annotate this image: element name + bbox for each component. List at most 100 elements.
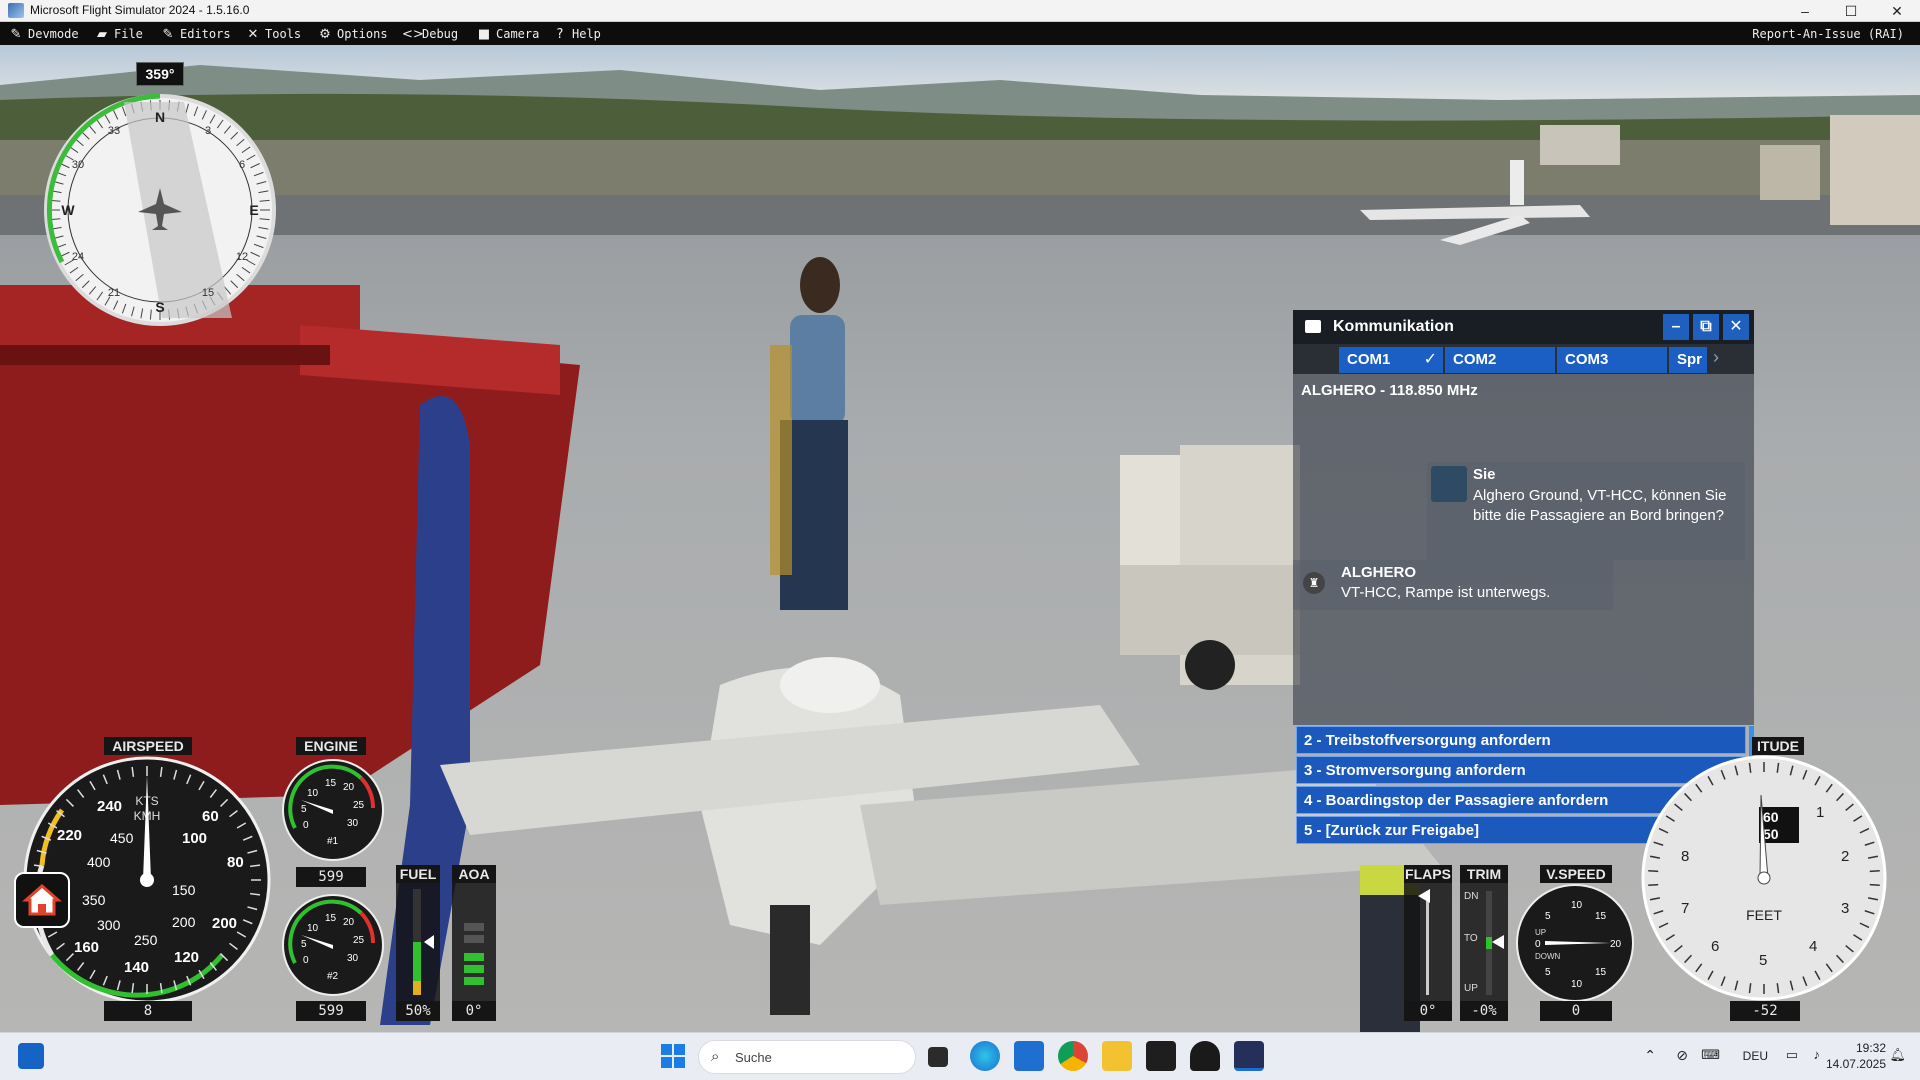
report-issue-link[interactable]: Report-An-Issue (RAI) (1752, 25, 1904, 43)
search-placeholder: Suche (735, 1050, 772, 1065)
trim-label: TRIM (1460, 865, 1508, 883)
vs-tick: 5 (1545, 967, 1551, 978)
com-tabs: COM1 ✓ COM2 COM3 Spr › (1293, 344, 1754, 374)
chat-icon (1305, 320, 1321, 333)
display-icon[interactable]: ▭ (1786, 1047, 1798, 1063)
chrome-icon[interactable] (1058, 1041, 1088, 1071)
vs-down: DOWN (1535, 952, 1561, 961)
store-icon[interactable] (1014, 1041, 1044, 1071)
airspeed-label: AIRSPEED (104, 737, 192, 755)
fuel-gauge (396, 883, 440, 1001)
clock-date[interactable]: 14.07.2025 (1816, 1057, 1886, 1071)
vspeed-value: 0 (1540, 1001, 1612, 1021)
minimize-button[interactable]: – (1782, 0, 1828, 22)
vs-up: UP (1535, 928, 1546, 937)
app-icon (8, 3, 24, 18)
maximize-button[interactable]: ☐ (1828, 0, 1874, 22)
vs-tick: 15 (1595, 911, 1607, 922)
compass-s: S (155, 299, 164, 315)
asi-outer: 140 (124, 959, 149, 976)
tab-com1[interactable]: COM1 ✓ (1339, 347, 1443, 373)
menu-tools[interactable]: ✕ Tools (245, 25, 302, 43)
vspeed-label: V.SPEED (1540, 865, 1612, 883)
widgets-icon[interactable] (18, 1043, 44, 1069)
menu-debug[interactable]: <>Debug (402, 25, 458, 43)
trim-mark: TO (1464, 933, 1478, 944)
asi-inner: 450 (110, 830, 134, 846)
notification-icon[interactable]: 🔔︎ (1889, 1047, 1906, 1063)
tab-com3[interactable]: COM3 (1557, 347, 1667, 373)
home-button[interactable] (14, 872, 70, 928)
asi-outer: 160 (74, 939, 99, 956)
windows-taskbar: ⌕ Suche ⌃ ⊘ ⌨ DEU ▭ ♪ 19:32 14.07.2025 🔔… (0, 1032, 1920, 1080)
compass-e: E (249, 202, 258, 218)
eng-tick: 10 (307, 788, 319, 799)
fuel-pointer (424, 935, 434, 949)
sticky-notes-icon[interactable] (1146, 1041, 1176, 1071)
app-icon-dark[interactable] (1190, 1041, 1220, 1071)
menu-options[interactable]: ⚙ Options (317, 25, 388, 43)
task-view-icon[interactable] (928, 1047, 948, 1067)
menu-camera[interactable]: ■ Camera (476, 25, 540, 43)
clock-time[interactable]: 19:32 (1826, 1041, 1886, 1055)
trim-pointer (1492, 935, 1504, 949)
menu-label: Options (337, 27, 388, 41)
network-icon[interactable]: ⊘ (1676, 1047, 1688, 1064)
eng-tick: 25 (353, 935, 365, 946)
taskbar-search-input[interactable]: ⌕ Suche (698, 1040, 916, 1074)
search-icon: ⌕ (711, 1048, 720, 1065)
close-button[interactable]: ✕ (1874, 0, 1920, 22)
file-explorer-icon[interactable] (1102, 1041, 1132, 1071)
alt-tick: 8 (1681, 848, 1689, 865)
menu-devmode[interactable]: ✎ Devmode (8, 25, 79, 43)
keyboard-icon[interactable]: ⌨ (1701, 1047, 1720, 1063)
alt-tick: 2 (1841, 848, 1849, 865)
check-icon: ✓ (1423, 351, 1437, 368)
frequency-label: ALGHERO - 118.850 MHz (1301, 382, 1478, 399)
start-icon[interactable] (658, 1041, 688, 1071)
compass-n: N (155, 109, 165, 125)
asi-outer: 220 (57, 827, 82, 844)
menu-label: File (114, 27, 143, 41)
menu-file[interactable]: ▰ File (94, 25, 143, 43)
tab-spr[interactable]: Spr (1669, 347, 1707, 373)
altitude-label: ITUDE (1752, 737, 1804, 755)
vs-tick: 10 (1571, 979, 1583, 990)
menu-editors[interactable]: ✎ Editors (160, 25, 231, 43)
engine-label: ENGINE (296, 737, 366, 755)
chevron-right-icon[interactable]: › (1713, 347, 1719, 368)
flaps-pointer (1418, 889, 1430, 903)
heading-readout: 359° (136, 62, 184, 86)
close-panel-button[interactable]: ✕ (1723, 314, 1749, 340)
edge-icon[interactable] (970, 1041, 1000, 1071)
asi-outer: 100 (182, 830, 207, 847)
compass-num: 15 (202, 287, 214, 299)
tab-com2[interactable]: COM2 (1445, 347, 1555, 373)
tab-label: COM1 (1347, 351, 1391, 368)
language-indicator[interactable]: DEU (1743, 1049, 1768, 1063)
flaps-label: FLAPS (1404, 865, 1452, 883)
chevron-up-icon[interactable]: ⌃ (1644, 1047, 1656, 1064)
atc-option[interactable]: 2 - Treibstoffversorgung anfordern (1296, 726, 1746, 754)
engine-gauge-1: 10 15 20 25 30 5 0 #1 (282, 759, 384, 861)
engine-value-2: 599 (296, 1001, 366, 1021)
compass-num: 21 (108, 287, 120, 299)
popout-panel-button[interactable]: ⧉ (1693, 314, 1719, 340)
asi-inner: 400 (87, 854, 111, 870)
eng-tick: 0 (303, 955, 309, 966)
menu-help[interactable]: ? Help (552, 25, 601, 43)
window-title-bar: Microsoft Flight Simulator 2024 - 1.5.16… (0, 0, 1920, 22)
menu-label: Editors (180, 27, 231, 41)
minimize-panel-button[interactable]: – (1663, 314, 1689, 340)
compass-num: 24 (72, 251, 84, 263)
eng-tick: 15 (325, 778, 337, 789)
eng-tick: 25 (353, 800, 365, 811)
asi-outer: 200 (212, 915, 237, 932)
flight-simulator-taskbar-icon[interactable] (1234, 1041, 1264, 1071)
communication-panel: Kommunikation – ⧉ ✕ COM1 ✓ COM2 COM3 Spr … (1293, 310, 1754, 725)
asi-inner: 250 (134, 932, 158, 948)
compass-num: 30 (72, 159, 84, 171)
asi-outer: 120 (174, 949, 199, 966)
eng-tick: 15 (325, 913, 337, 924)
code-icon: <> (402, 27, 424, 42)
